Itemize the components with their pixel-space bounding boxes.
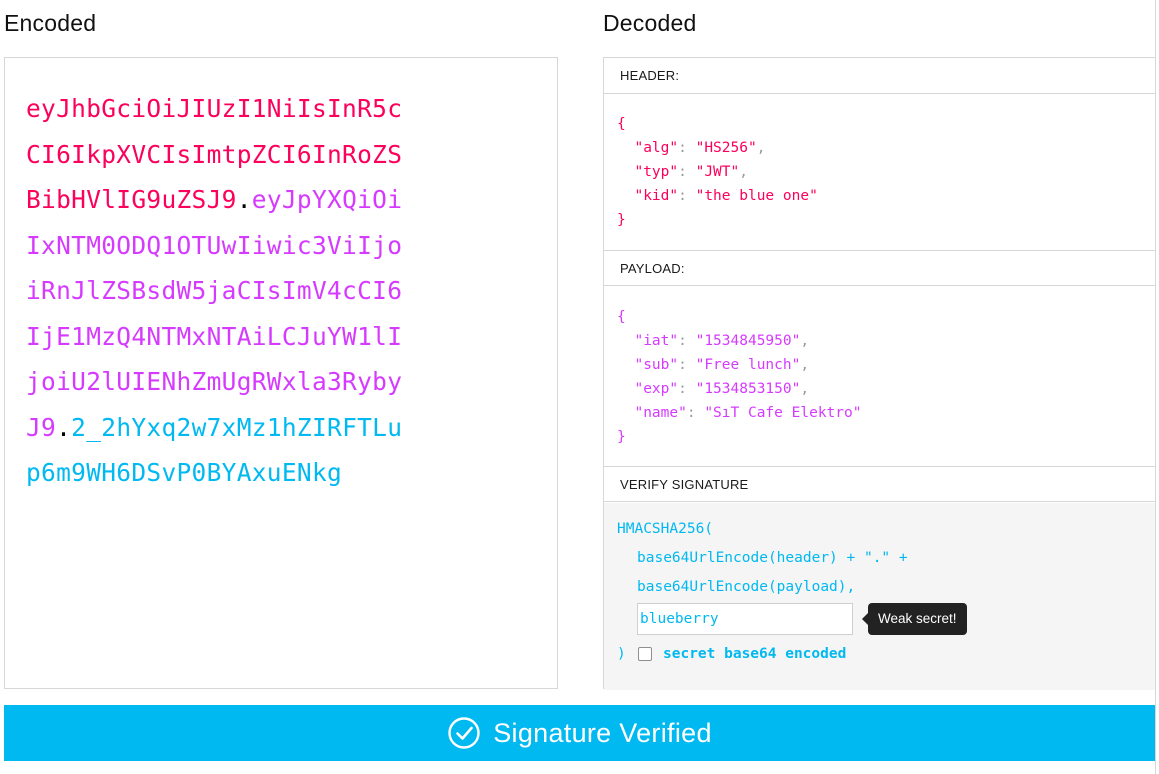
json-line: { xyxy=(617,305,861,329)
json-comma: , xyxy=(800,333,810,349)
json-line: } xyxy=(617,425,861,449)
encode-header-line: base64UrlEncode(header) + "." + xyxy=(637,550,908,566)
token-payload-segment: iRnJlZSBsdW5jaCIsImV4cCI6 xyxy=(26,276,403,305)
secret-base64-checkbox[interactable] xyxy=(638,647,652,661)
json-comma: , xyxy=(800,381,810,397)
encoded-line: IjE1MzQ4NTMxNTAiLCJuYW1lI xyxy=(26,314,486,360)
token-signature-segment: p6m9WH6DSvP0BYAxuENkg xyxy=(26,458,343,487)
encoded-line: IxNTM0ODQ1OTUwIiwic3ViIjo xyxy=(26,223,486,269)
secret-base64-checkbox-label[interactable]: secret base64 encoded xyxy=(663,646,846,662)
json-line: } xyxy=(617,208,818,232)
encoded-token-text[interactable]: eyJhbGciOiJIUzI1NiIsInR5c CI6IkpXVCIsImtp… xyxy=(26,86,486,496)
json-close-brace: } xyxy=(617,429,626,445)
json-colon: : xyxy=(678,188,696,204)
decoded-panel: HEADER: { "alg": "HS256", "typ": "JWT", … xyxy=(603,57,1159,690)
encoded-token-panel[interactable]: eyJhbGciOiJIUzI1NiIsInR5c CI6IkpXVCIsImtp… xyxy=(4,57,558,689)
encoded-line: p6m9WH6DSvP0BYAxuENkg xyxy=(26,450,486,496)
token-payload-segment: joiU2lUIENhZmUgRWxla3Ryby xyxy=(26,367,403,396)
json-value: "Free lunch" xyxy=(695,357,801,373)
json-value: "the blue one" xyxy=(695,188,818,204)
header-section-title: HEADER: xyxy=(604,58,1159,94)
json-colon: : xyxy=(678,381,696,397)
json-line: "sub": "Free lunch", xyxy=(617,353,861,377)
encoded-line: joiU2lUIENhZmUgRWxla3Ryby xyxy=(26,359,486,405)
json-line: { xyxy=(617,112,818,136)
token-header-segment: BibHVlIG9uZSJ9 xyxy=(26,185,237,214)
json-comma: , xyxy=(739,164,748,180)
json-key: "kid" xyxy=(634,188,679,204)
json-value: "1534853150" xyxy=(695,381,801,397)
payload-section-title: PAYLOAD: xyxy=(604,250,1159,286)
token-payload-segment: IjE1MzQ4NTMxNTAiLCJuYW1lI xyxy=(26,321,403,351)
token-payload-segment: eyJpYXQiOi xyxy=(251,185,403,214)
json-key: "iat" xyxy=(634,333,679,349)
json-colon: : xyxy=(686,405,705,421)
right-edge-divider xyxy=(1155,0,1159,774)
json-key: "name" xyxy=(634,405,687,421)
json-value: "HS256" xyxy=(695,140,757,156)
json-line: "kid": "the blue one" xyxy=(617,184,818,208)
signature-verified-banner: Signature Verified xyxy=(4,705,1155,761)
payload-json[interactable]: { "iat": "1534845950", "sub": "Free lunc… xyxy=(617,305,861,449)
json-line: "exp": "1534853150", xyxy=(617,377,861,401)
json-key: "sub" xyxy=(634,357,679,373)
json-value: "SıT Cafe Elektro" xyxy=(704,405,862,421)
json-comma: , xyxy=(756,140,766,156)
token-payload-segment: J9 xyxy=(26,412,57,442)
header-json[interactable]: { "alg": "HS256", "typ": "JWT", "kid": "… xyxy=(617,112,818,232)
encoded-line: J9.2_2hYxq2w7xMz1hZIRFTLu xyxy=(26,405,486,451)
json-open-brace: { xyxy=(617,116,626,132)
token-signature-segment: 2_2hYxq2w7xMz1hZIRFTLu xyxy=(71,412,403,442)
encode-payload-line: base64UrlEncode(payload), xyxy=(637,579,856,595)
json-colon: : xyxy=(678,164,696,180)
encoded-title: Encoded xyxy=(4,10,97,36)
secret-input[interactable]: blueberry xyxy=(637,603,853,635)
weak-secret-tooltip: Weak secret! xyxy=(862,603,967,635)
json-open-brace: { xyxy=(617,309,626,325)
json-colon: : xyxy=(678,333,696,349)
encoded-line: iRnJlZSBsdW5jaCIsImV4cCI6 xyxy=(26,268,486,314)
encoded-line: eyJhbGciOiJIUzI1NiIsInR5c xyxy=(26,86,486,132)
json-value: "1534845950" xyxy=(695,333,801,349)
json-line: "iat": "1534845950", xyxy=(617,329,861,353)
check-circle-icon xyxy=(447,716,481,750)
json-value: "JWT" xyxy=(695,164,740,180)
json-close-brace: } xyxy=(617,212,626,228)
encoded-line: CI6IkpXVCIsImtpZCI6InRoZS xyxy=(26,132,486,178)
verify-signature-body: HMACSHA256( base64UrlEncode(header) + ".… xyxy=(604,503,1159,690)
json-colon: : xyxy=(678,357,696,373)
json-colon: : xyxy=(678,140,696,156)
json-key: "typ" xyxy=(634,164,679,180)
encoded-line: BibHVlIG9uZSJ9.eyJpYXQiOi xyxy=(26,177,486,223)
signature-verified-text: Signature Verified xyxy=(493,717,712,748)
json-key: "exp" xyxy=(634,381,679,397)
token-header-segment: eyJhbGciOiJIUzI1NiIsInR5c xyxy=(26,94,403,123)
hmac-close-paren: ) xyxy=(617,646,626,662)
json-line: "name": "SıT Cafe Elektro" xyxy=(617,401,861,425)
json-line: "alg": "HS256", xyxy=(617,136,818,160)
token-dot-separator: . xyxy=(236,185,252,214)
decoded-title: Decoded xyxy=(603,10,697,36)
token-header-segment: CI6IkpXVCIsImtpZCI6InRoZS xyxy=(26,139,403,169)
hmac-function-line: HMACSHA256( xyxy=(617,521,714,537)
json-key: "alg" xyxy=(634,140,679,156)
json-line: "typ": "JWT", xyxy=(617,160,818,184)
verify-signature-title: VERIFY SIGNATURE xyxy=(604,466,1159,502)
token-dot-separator: . xyxy=(56,412,72,442)
token-payload-segment: IxNTM0ODQ1OTUwIiwic3ViIjo xyxy=(26,230,403,260)
json-comma: , xyxy=(800,357,810,373)
